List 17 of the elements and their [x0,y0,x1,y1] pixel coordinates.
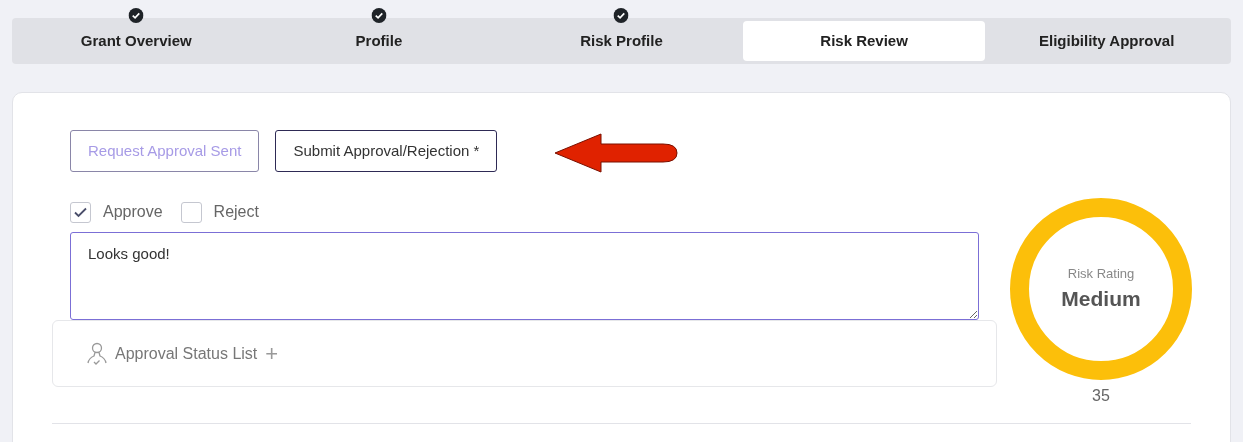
checkbox[interactable] [180,201,202,223]
step-tab[interactable]: Profile [257,21,501,61]
action-button[interactable]: Submit Approval/Rejection * [275,130,498,172]
comment-field[interactable]: Looks good! [70,232,979,320]
checkbox[interactable] [70,201,91,223]
checkbox-label: Approve [103,202,163,222]
step-tab[interactable]: Eligibility Approval [985,21,1228,61]
score-value: 35 [1092,386,1110,406]
gauge-title: Risk Rating [1067,264,1135,283]
rating-value: Medium [1061,286,1141,312]
step-tab[interactable]: Risk Review [742,21,986,61]
step-tab[interactable]: Grant Overview [15,21,258,61]
checkbox-label: Reject [213,202,259,222]
user-check-icon [87,341,107,366]
step-tab[interactable]: Risk Profile [500,21,743,61]
checkmark-icon [74,206,87,218]
section-title: Approval Status List [115,343,258,364]
